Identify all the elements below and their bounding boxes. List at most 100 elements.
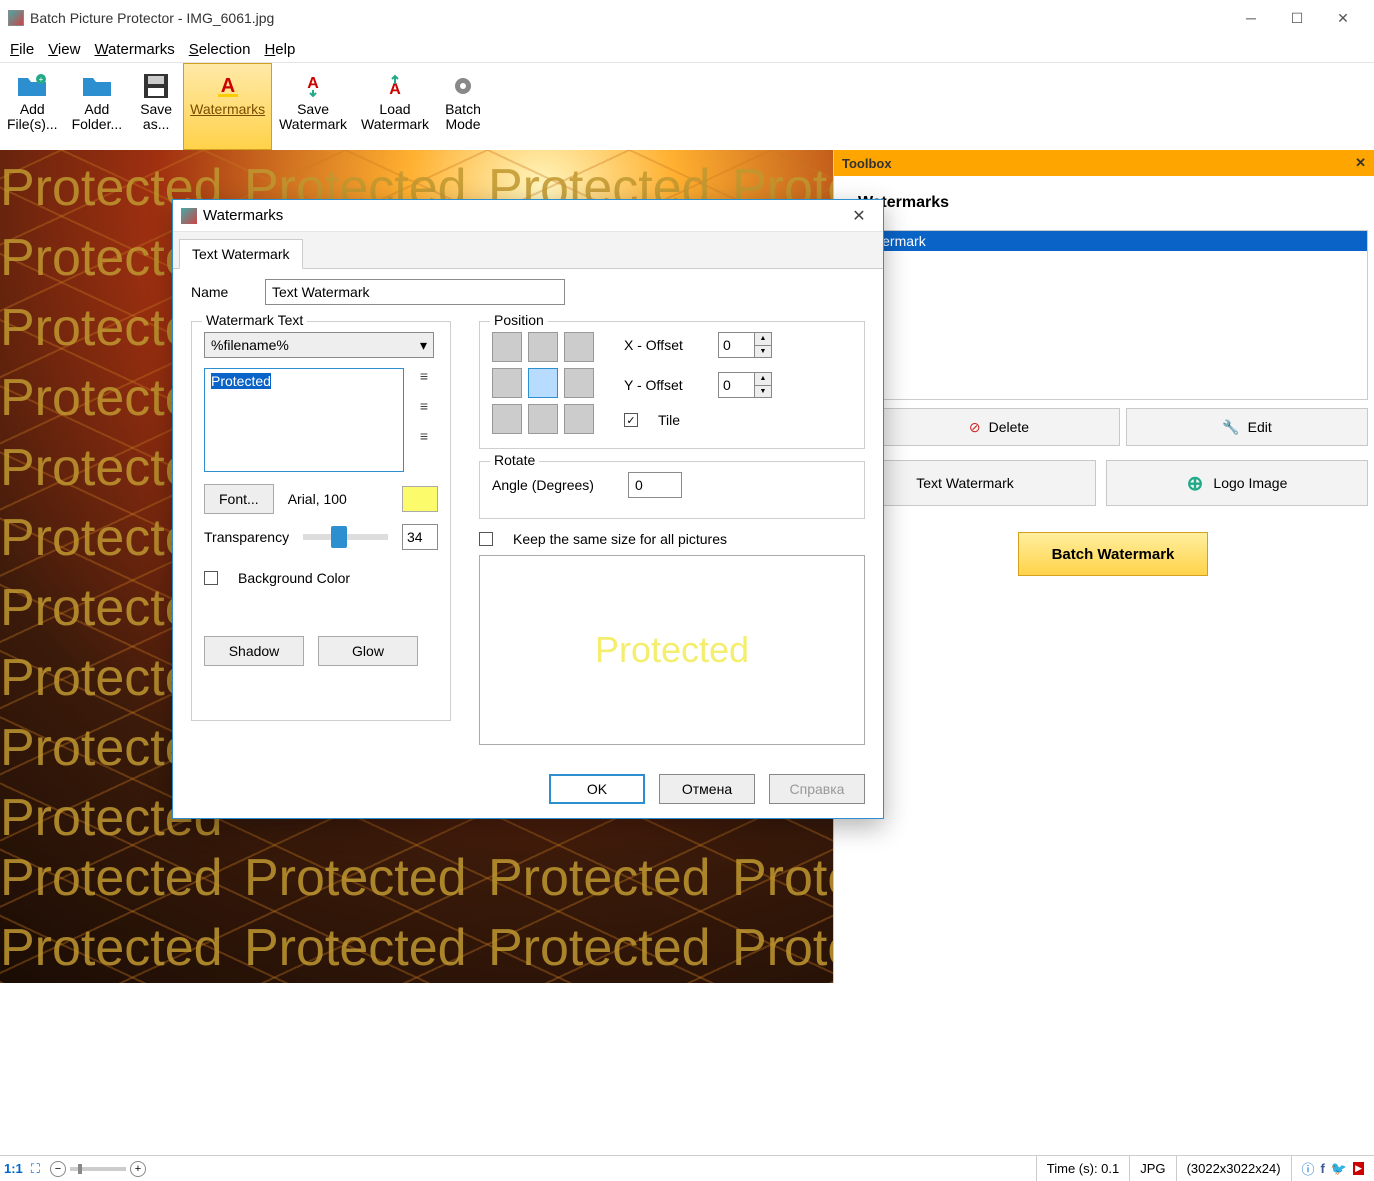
x-offset-input[interactable] <box>718 332 754 358</box>
info-icon[interactable]: ⓘ <box>1302 1159 1315 1178</box>
zoom-slider[interactable] <box>70 1167 126 1171</box>
save-icon <box>140 72 172 100</box>
menu-help[interactable]: Help <box>264 41 295 58</box>
folder-plus-icon: + <box>16 72 48 100</box>
svg-text:A: A <box>307 75 319 92</box>
help-button[interactable]: Справка <box>769 774 865 804</box>
pos-mr[interactable] <box>564 368 594 398</box>
pos-ml[interactable] <box>492 368 522 398</box>
logo-image-label: Logo Image <box>1213 475 1287 491</box>
spinner-up-icon[interactable]: ▲ <box>755 373 771 386</box>
edit-button[interactable]: 🔧 Edit <box>1126 408 1368 446</box>
watermark-list[interactable]: xt Watermark <box>834 230 1368 400</box>
toolbar-load-wm[interactable]: A Load Watermark <box>354 63 436 150</box>
watermark-tile: Protected <box>488 918 711 978</box>
bg-color-label: Background Color <box>238 570 350 586</box>
twitter-icon[interactable]: 🐦 <box>1331 1161 1347 1177</box>
pos-bc[interactable] <box>528 404 558 434</box>
zoom-scale[interactable]: 1:1 <box>0 1161 27 1176</box>
spinner-down-icon[interactable]: ▼ <box>755 386 771 398</box>
dialog-close-button[interactable]: ✕ <box>843 206 875 226</box>
toolbar-save-as[interactable]: Save as... <box>129 63 183 150</box>
toolbox-close-icon[interactable]: ✕ <box>1355 155 1366 171</box>
pos-tc[interactable] <box>528 332 558 362</box>
menu-file[interactable]: File <box>10 41 34 58</box>
chevron-down-icon: ▾ <box>420 337 427 354</box>
delete-icon: ⊘ <box>969 419 981 436</box>
zoom-control[interactable]: − + <box>44 1161 152 1177</box>
name-input[interactable] <box>265 279 565 305</box>
delete-button[interactable]: ⊘Delete <box>878 408 1120 446</box>
close-button[interactable]: ✕ <box>1320 3 1366 33</box>
position-grid[interactable] <box>492 332 594 434</box>
toolbox-panel: Toolbox ✕ Watermarks xt Watermark ♥ ⊘Del… <box>833 150 1374 983</box>
align-left-icon[interactable]: ≡ <box>414 368 434 384</box>
y-offset-input[interactable] <box>718 372 754 398</box>
status-dimensions: (3022x3022x24) <box>1176 1156 1291 1181</box>
ok-button[interactable]: OK <box>549 774 645 804</box>
y-offset-spinner[interactable]: ▲▼ <box>718 372 772 398</box>
youtube-icon[interactable]: ▶ <box>1353 1162 1364 1175</box>
x-offset-spinner[interactable]: ▲▼ <box>718 332 772 358</box>
toolbar-save-wm[interactable]: A Save Watermark <box>272 63 354 150</box>
facebook-icon[interactable]: f <box>1321 1161 1325 1176</box>
pos-mc[interactable] <box>528 368 558 398</box>
pos-bl[interactable] <box>492 404 522 434</box>
bg-color-checkbox[interactable] <box>204 571 218 585</box>
cancel-button[interactable]: Отмена <box>659 774 755 804</box>
menubar: File View Watermarks Selection Help <box>0 36 1374 62</box>
toolbar-add-folder-label: Add Folder... <box>72 102 123 133</box>
menu-view[interactable]: View <box>48 41 80 58</box>
zoom-out-icon[interactable]: − <box>50 1161 66 1177</box>
menu-selection[interactable]: Selection <box>189 41 251 58</box>
spinner-up-icon[interactable]: ▲ <box>755 333 771 346</box>
edit-label: Edit <box>1248 419 1272 435</box>
wrench-icon: 🔧 <box>1222 419 1239 436</box>
pos-tl[interactable] <box>492 332 522 362</box>
glow-button[interactable]: Glow <box>318 636 418 666</box>
pos-tr[interactable] <box>564 332 594 362</box>
maximize-button[interactable]: ☐ <box>1274 3 1320 33</box>
macro-dropdown[interactable]: %filename% ▾ <box>204 332 434 358</box>
text-watermark-label: Text Watermark <box>916 475 1014 491</box>
shadow-button[interactable]: Shadow <box>204 636 304 666</box>
toolbar-add-files[interactable]: + Add File(s)... <box>0 63 65 150</box>
menu-watermarks[interactable]: Watermarks <box>94 41 174 58</box>
svg-text:+: + <box>39 75 44 84</box>
spinner-down-icon[interactable]: ▼ <box>755 346 771 358</box>
font-color-swatch[interactable] <box>402 486 438 512</box>
toolbar-batch-mode[interactable]: Batch Mode <box>436 63 490 150</box>
rotate-legend: Rotate <box>490 452 539 468</box>
watermark-text-fieldset: Watermark Text %filename% ▾ Protected ≡ … <box>191 321 451 721</box>
logo-image-button[interactable]: ⊕Logo Image <box>1106 460 1368 506</box>
tile-label: Tile <box>658 412 680 428</box>
keep-size-checkbox[interactable] <box>479 532 493 546</box>
tab-text-watermark[interactable]: Text Watermark <box>179 239 303 269</box>
angle-input[interactable] <box>628 472 682 498</box>
toolbar-watermarks[interactable]: A Watermarks <box>183 63 272 150</box>
align-right-icon[interactable]: ≡ <box>414 428 434 444</box>
fit-screen-icon[interactable]: ⛶ <box>27 1161 44 1177</box>
align-center-icon[interactable]: ≡ <box>414 398 434 414</box>
tile-checkbox[interactable]: ✓ <box>624 413 638 427</box>
transparency-value[interactable] <box>402 524 438 550</box>
folder-icon <box>81 72 113 100</box>
watermark-text-input[interactable]: Protected <box>204 368 404 472</box>
font-button[interactable]: Font... <box>204 484 274 514</box>
zoom-in-icon[interactable]: + <box>130 1161 146 1177</box>
watermark-tile: Protected <box>732 918 833 978</box>
transparency-slider[interactable] <box>303 534 388 540</box>
svg-text:A: A <box>220 75 234 97</box>
watermark-preview: Protected <box>479 555 865 745</box>
batch-watermark-button[interactable]: Batch Watermark <box>1018 532 1208 576</box>
angle-label: Angle (Degrees) <box>492 477 594 493</box>
toolbar-add-files-label: Add File(s)... <box>7 102 58 133</box>
toolbar-add-folder[interactable]: Add Folder... <box>65 63 130 150</box>
status-format: JPG <box>1129 1156 1175 1181</box>
watermark-a-icon: A <box>212 72 244 100</box>
minimize-button[interactable]: ─ <box>1228 3 1274 33</box>
watermark-list-item[interactable]: xt Watermark <box>835 231 1367 251</box>
watermark-text-legend: Watermark Text <box>202 312 307 328</box>
pos-br[interactable] <box>564 404 594 434</box>
app-icon <box>8 10 24 26</box>
